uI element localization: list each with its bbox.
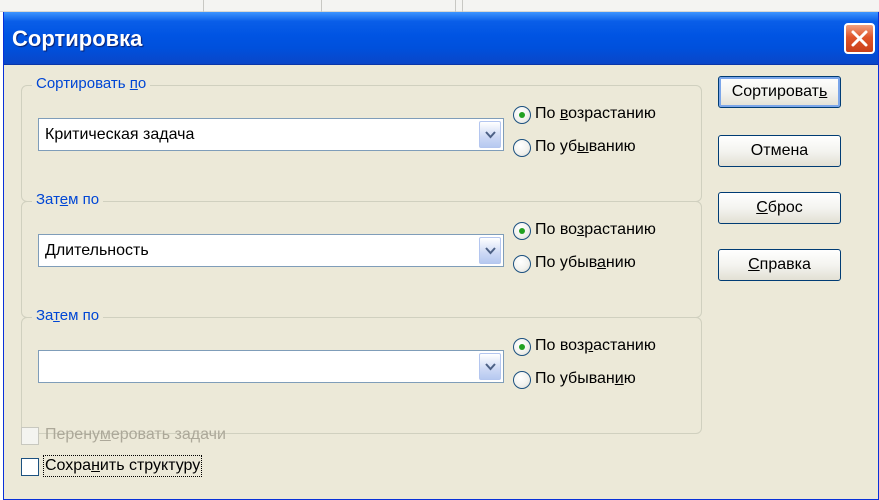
close-icon (851, 30, 868, 47)
help-button[interactable]: Справка (718, 249, 841, 281)
radio-selected-dot (519, 344, 525, 350)
renumber-tasks-label: Перенумеровать задачи (45, 426, 226, 443)
then-by-group-1: Затем по Длительность По возрастанию По … (21, 191, 702, 318)
ascending-label: По возрастанию (535, 221, 656, 238)
then-by-field-dropdown-1[interactable]: Длительность (38, 234, 504, 267)
then-by-label-1: Затем по (32, 191, 104, 208)
then-by-field-dropdown-2[interactable] (38, 350, 504, 383)
keep-outline-label: Сохранить структуру (42, 455, 203, 477)
sort-by-group: Сортировать по Критическая задача По воз… (21, 75, 702, 202)
dialog-title: Сортировка (12, 26, 143, 51)
ascending-label: По возрастанию (535, 105, 656, 122)
then-by-group-2: Затем по По возрастанию По убыванию (21, 307, 702, 434)
close-button[interactable] (844, 23, 875, 54)
descending-label: По убыванию (535, 138, 636, 155)
checkbox-box (21, 458, 39, 476)
sort-by-field-dropdown[interactable]: Критическая задача (38, 118, 504, 151)
checkbox-box (21, 427, 39, 445)
then-by-field-value-1: Длительность (45, 242, 149, 259)
descending-label: По убыванию (535, 254, 636, 271)
title-bar[interactable]: Сортировка (4, 12, 878, 65)
reset-button[interactable]: Сброс (718, 192, 841, 224)
sort-by-dropdown-button[interactable] (479, 121, 501, 148)
then-by-dropdown-button-2[interactable] (479, 353, 501, 380)
chevron-down-icon (485, 131, 496, 139)
ascending-label: По возрастанию (535, 337, 656, 354)
radio-selected-dot (519, 228, 525, 234)
then-by-dropdown-button-1[interactable] (479, 237, 501, 264)
background-app-strip (0, 0, 879, 12)
sort-by-field-value: Критическая задача (45, 126, 195, 143)
cancel-button[interactable]: Отмена (718, 135, 841, 167)
sort-button[interactable]: Сортировать (718, 76, 841, 108)
sort-dialog: Сортировка Сортировать по Критическая за… (3, 12, 879, 500)
chevron-down-icon (485, 247, 496, 255)
descending-label: По убыванию (535, 370, 636, 387)
then-by-label-2: Затем по (32, 307, 104, 324)
radio-selected-dot (519, 112, 525, 118)
chevron-down-icon (485, 363, 496, 371)
sort-by-label: Сортировать по (32, 75, 151, 92)
